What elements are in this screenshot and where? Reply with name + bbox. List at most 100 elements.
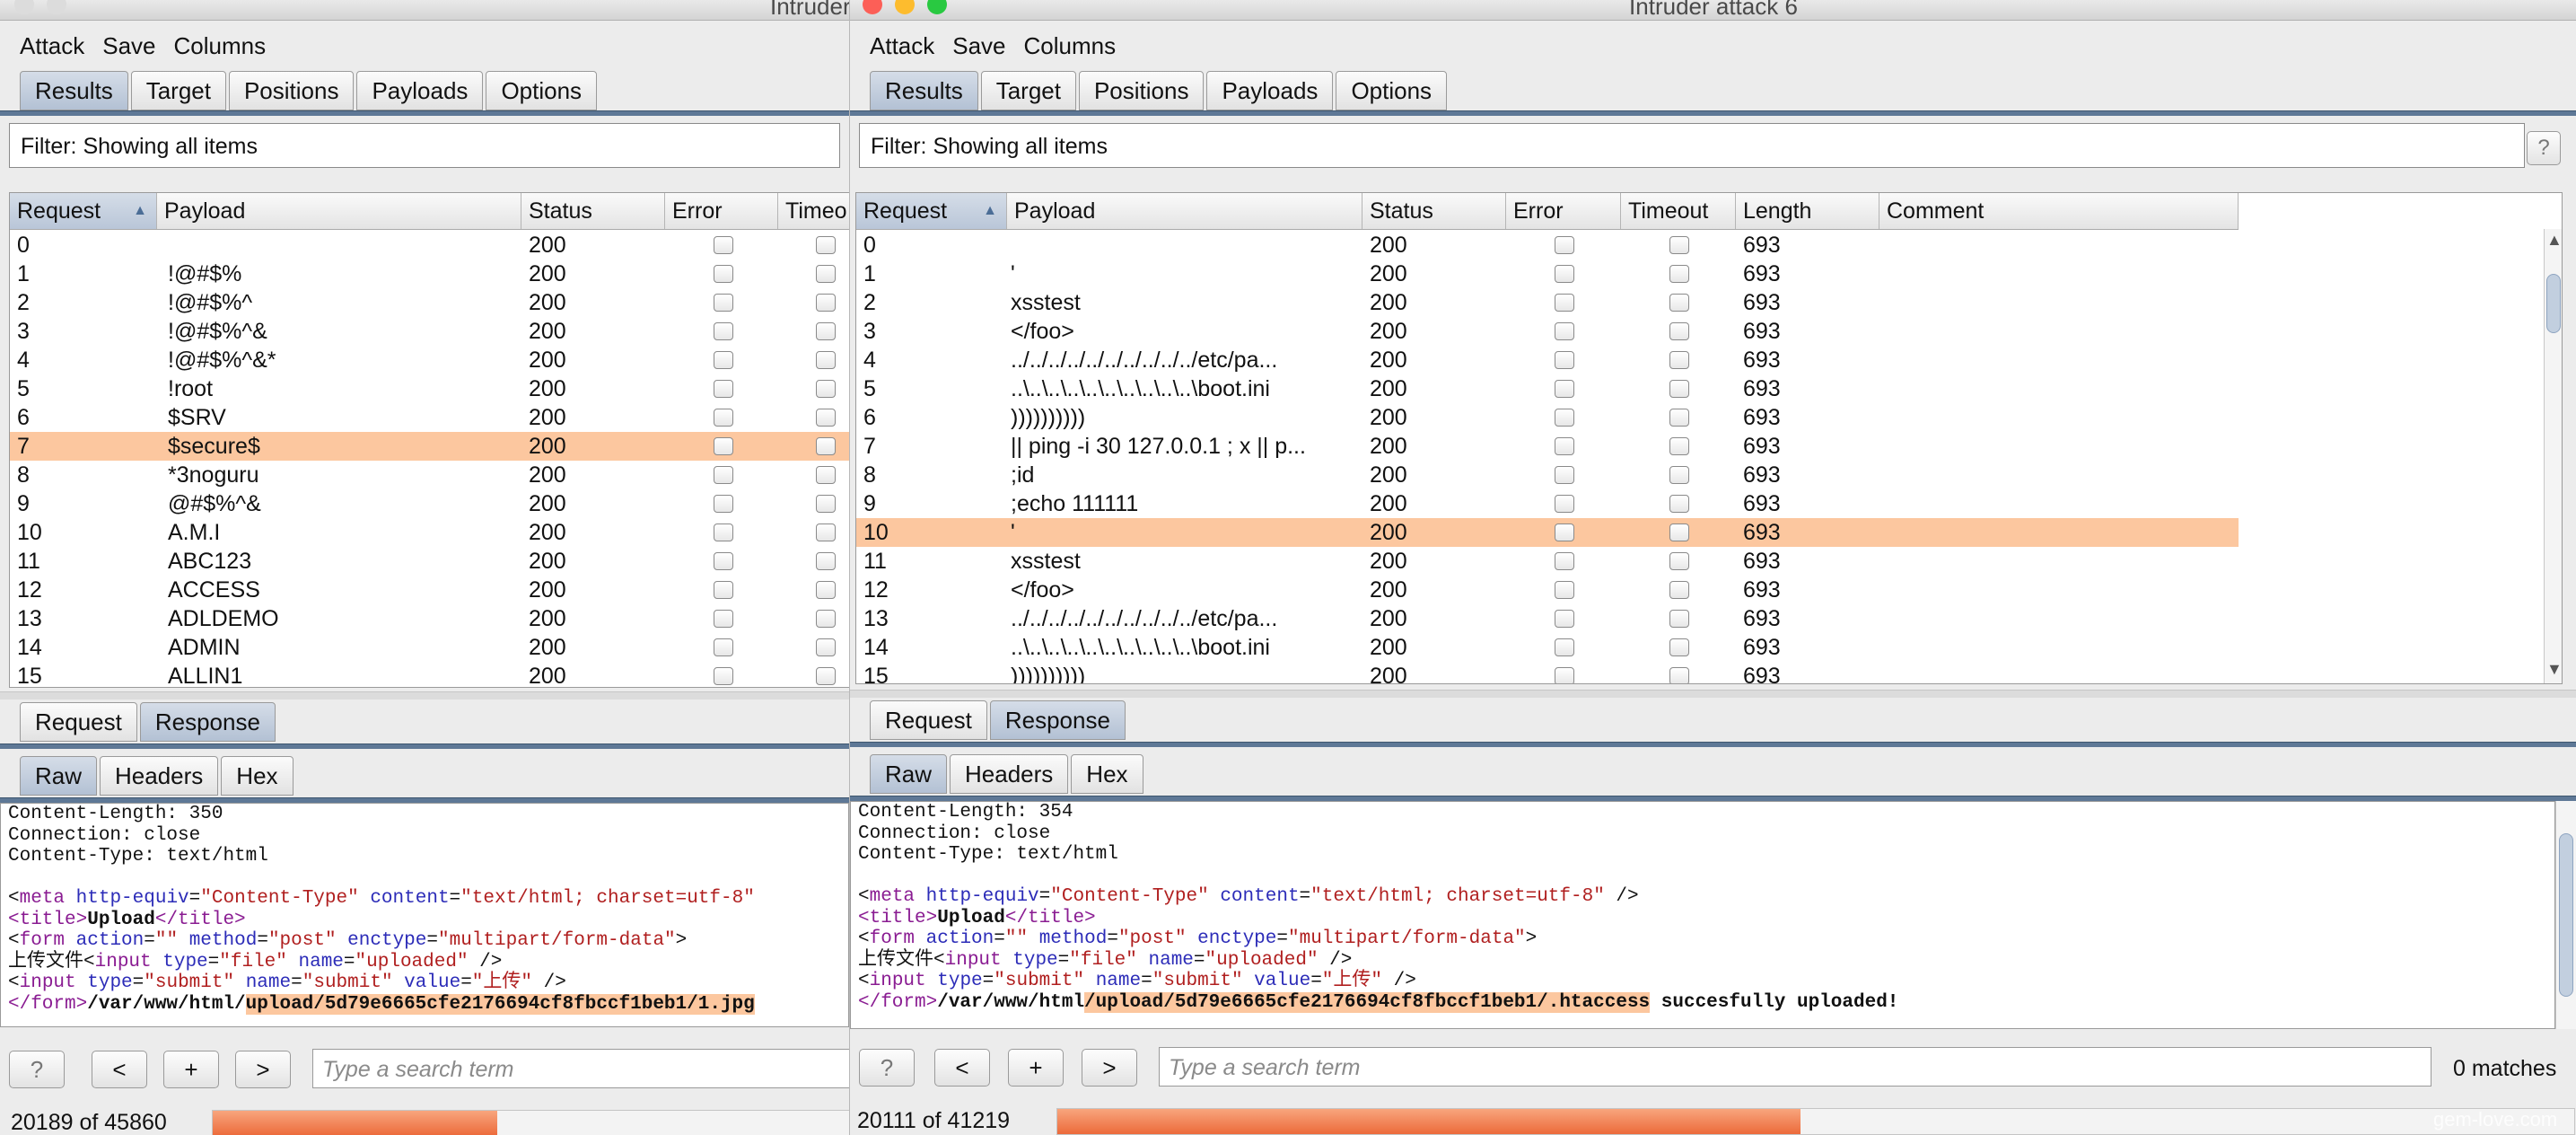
timeout-checkbox[interactable] [1669,437,1689,455]
menu-save[interactable]: Save [952,32,1005,60]
column-header-error[interactable]: Error [665,193,778,229]
response-scrollbar[interactable] [2555,801,2576,1029]
error-checkbox[interactable] [1555,495,1574,513]
table-row[interactable]: 2 !@#$%^ 200 [10,288,849,317]
close-window-icon[interactable] [863,0,882,14]
error-checkbox[interactable] [1555,667,1574,683]
error-checkbox[interactable] [714,495,733,513]
timeout-checkbox[interactable] [1669,380,1689,398]
add-button[interactable]: + [163,1051,219,1088]
error-checkbox[interactable] [714,524,733,541]
filter-bar[interactable]: Filter: Showing all items [859,123,2525,168]
table-row[interactable]: 6)))))))))) 200 693 [856,403,2239,432]
tab-request[interactable]: Request [20,702,137,742]
menu-columns[interactable]: Columns [174,32,267,60]
table-row[interactable]: 3 !@#$%^& 200 [10,317,849,346]
tab-target[interactable]: Target [130,71,226,110]
error-checkbox[interactable] [714,610,733,628]
tab-results[interactable]: Results [870,71,978,110]
table-row[interactable]: 1 !@#$% 200 [10,260,849,288]
error-checkbox[interactable] [714,409,733,427]
table-scrollbar[interactable]: ▲ ▼ [2544,229,2562,683]
tab-response[interactable]: Response [989,700,1126,740]
column-header-status[interactable]: Status [521,193,665,229]
table-row[interactable]: 7 || ping -i 30 127.0.0.1 ; x || p... 200 6… [856,432,2239,461]
table-row[interactable]: 15 ALLIN1 200 [10,662,849,687]
error-checkbox[interactable] [1555,322,1574,340]
timeout-checkbox[interactable] [1669,236,1689,254]
timeout-checkbox[interactable] [816,667,836,685]
timeout-checkbox[interactable] [816,610,836,628]
response-body[interactable]: Content-Length: 354 Connection: close Cont… [850,801,2555,1029]
table-row[interactable]: 8 *3noguru 200 [10,461,849,489]
timeout-checkbox[interactable] [816,437,836,455]
error-checkbox[interactable] [1555,466,1574,484]
column-header-status[interactable]: Status [1362,193,1506,229]
error-checkbox[interactable] [714,667,733,685]
response-body[interactable]: Content-Length: 350 Connection: close Cont… [0,803,849,1027]
table-row[interactable]: 13 ADLDEMO 200 [10,604,849,633]
tab-raw[interactable]: Raw [20,756,98,796]
column-header-comment[interactable]: Comment [1879,193,2239,229]
tab-response[interactable]: Response [139,702,276,742]
close-window-icon[interactable] [14,0,34,14]
timeout-checkbox[interactable] [1669,265,1689,283]
table-row[interactable]: 5 !root 200 [10,374,849,403]
error-checkbox[interactable] [1555,552,1574,570]
search-input[interactable]: Type a search term [312,1049,849,1088]
add-button[interactable]: + [1008,1049,1064,1087]
timeout-checkbox[interactable] [816,524,836,541]
timeout-checkbox[interactable] [1669,552,1689,570]
pane-splitter[interactable] [0,691,849,699]
menu-columns[interactable]: Columns [1024,32,1117,60]
error-checkbox[interactable] [714,581,733,599]
tab-positions[interactable]: Positions [1078,71,1205,110]
error-checkbox[interactable] [1555,437,1574,455]
tab-headers[interactable]: Headers [950,754,1069,794]
error-checkbox[interactable] [1555,294,1574,312]
table-row[interactable]: 15)))))))))) 200 693 [856,662,2239,683]
error-checkbox[interactable] [1555,265,1574,283]
error-checkbox[interactable] [1555,380,1574,398]
tab-payloads[interactable]: Payloads [356,71,484,110]
error-checkbox[interactable] [1555,524,1574,541]
error-checkbox[interactable] [714,351,733,369]
error-checkbox[interactable] [1555,236,1574,254]
error-checkbox[interactable] [714,322,733,340]
previous-match-button[interactable]: < [92,1051,147,1088]
tab-target[interactable]: Target [980,71,1076,110]
next-match-button[interactable]: > [235,1051,291,1088]
table-row[interactable]: 3 </foo> 200 693 [856,317,2239,346]
column-header-length[interactable]: Length [1736,193,1879,229]
minimize-window-icon[interactable] [895,0,915,14]
minimize-window-icon[interactable] [47,0,66,14]
timeout-checkbox[interactable] [1669,322,1689,340]
column-header-request[interactable]: Request ▲ [10,193,157,229]
search-input[interactable]: Type a search term [1159,1047,2431,1087]
table-row[interactable]: 4 !@#$%^&* 200 [10,346,849,374]
tab-options[interactable]: Options [486,71,598,110]
help-button[interactable]: ? [859,1049,915,1087]
table-row[interactable]: 11 ABC123 200 [10,547,849,576]
table-row[interactable]: 4 ../../../../../../../../../../etc/pa...… [856,346,2239,374]
table-row[interactable]: 9 @#$%^& 200 [10,489,849,518]
previous-match-button[interactable]: < [934,1049,990,1087]
zoom-window-icon[interactable] [927,0,947,14]
table-row[interactable]: 0 200 693 [856,231,2239,260]
tab-hex[interactable]: Hex [221,756,294,796]
timeout-checkbox[interactable] [816,322,836,340]
table-row[interactable]: 5 ..\..\..\..\..\..\..\..\..\..\boot.ini 2… [856,374,2239,403]
error-checkbox[interactable] [714,437,733,455]
table-row[interactable]: 12 </foo> 200 693 [856,576,2239,604]
column-header-error[interactable]: Error [1506,193,1621,229]
error-checkbox[interactable] [1555,638,1574,656]
tab-hex[interactable]: Hex [1071,754,1143,794]
tab-results[interactable]: Results [20,71,128,110]
error-checkbox[interactable] [714,294,733,312]
filter-help-button[interactable]: ? [2527,131,2561,165]
table-row[interactable]: 12 ACCESS 200 [10,576,849,604]
pane-splitter[interactable] [850,690,2576,698]
error-checkbox[interactable] [714,552,733,570]
table-row[interactable]: 10 A.M.I 200 [10,518,849,547]
scroll-down-icon[interactable]: ▼ [2546,660,2562,679]
